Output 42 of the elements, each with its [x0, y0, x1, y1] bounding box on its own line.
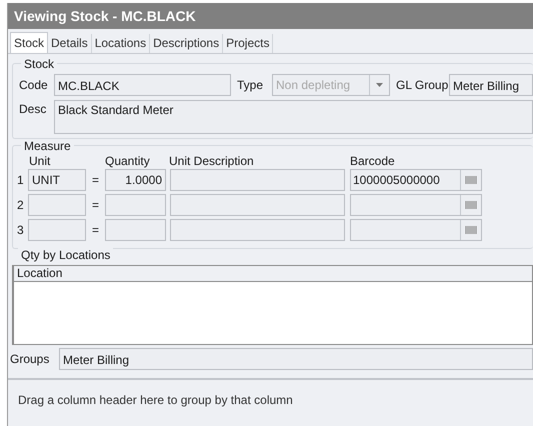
- column-label: Unit: [29, 154, 52, 168]
- column-label: Quantity: [105, 154, 151, 168]
- window-title: Viewing Stock - MC.BLACK: [8, 3, 533, 29]
- barcode-field[interactable]: 1000005000000: [350, 169, 482, 191]
- unit-description-field[interactable]: [170, 194, 345, 216]
- barcode-icon: [465, 176, 477, 184]
- barcode-field[interactable]: [350, 219, 482, 241]
- unit-field[interactable]: [28, 219, 86, 241]
- unit-field[interactable]: UNIT: [28, 169, 86, 191]
- description-field[interactable]: Black Standard Meter: [54, 100, 533, 134]
- field-label: Type: [237, 78, 264, 92]
- equals-sign: =: [90, 223, 100, 237]
- quantity-field[interactable]: [105, 219, 166, 241]
- unit-description-field[interactable]: [170, 169, 345, 191]
- group-title: Measure: [21, 139, 74, 153]
- column-label: Unit Description: [169, 154, 255, 168]
- equals-sign: =: [90, 198, 100, 212]
- field-label: Code: [19, 78, 49, 92]
- row-number: 1: [17, 173, 25, 187]
- barcode-field[interactable]: [350, 194, 482, 216]
- group-title: Stock: [21, 57, 58, 71]
- field-label: Desc: [19, 101, 48, 116]
- column-header[interactable]: Location: [14, 266, 62, 281]
- barcode-icon: [465, 226, 477, 234]
- field-label: Groups: [10, 352, 50, 366]
- groups-field[interactable]: Meter Billing: [59, 348, 533, 370]
- row-number: 3: [17, 223, 25, 237]
- barcode-icon: [465, 201, 477, 209]
- group-title: Qty by Locations: [18, 248, 114, 262]
- group-by-hint: Drag a column header here to group by that column: [18, 393, 293, 407]
- code-field[interactable]: MC.BLACK: [54, 74, 231, 96]
- quantity-field[interactable]: [105, 194, 166, 216]
- caret-icon: [376, 83, 383, 87]
- tab[interactable]: Stock: [10, 32, 48, 55]
- unit-field[interactable]: [28, 194, 86, 216]
- equals-sign: =: [90, 173, 100, 187]
- gl-group-field[interactable]: Meter Billing: [449, 74, 533, 96]
- field-label: GL Group: [396, 78, 449, 92]
- unit-description-field[interactable]: [170, 219, 345, 241]
- column-label: Barcode: [350, 154, 395, 168]
- quantity-field[interactable]: 1.0000: [105, 169, 166, 191]
- row-number: 2: [17, 198, 25, 212]
